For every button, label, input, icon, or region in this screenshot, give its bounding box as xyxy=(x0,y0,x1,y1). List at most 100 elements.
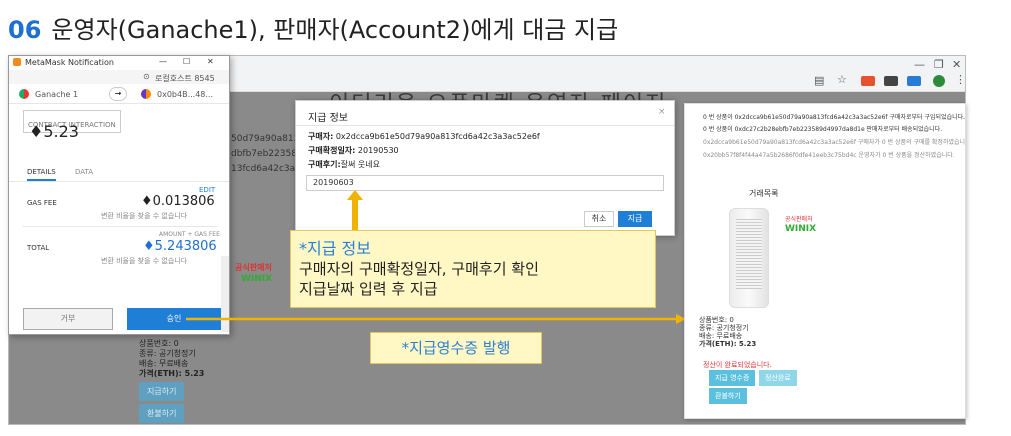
cancel-button[interactable]: 취소 xyxy=(584,211,614,227)
arrow-right-icon: → xyxy=(109,87,127,101)
review-label: 구매후기: xyxy=(308,160,341,169)
bg-pay-button[interactable]: 지급하기 xyxy=(139,382,185,401)
close-icon[interactable]: × xyxy=(658,107,666,117)
product-category: 종류: 공기청정기 xyxy=(699,324,749,332)
metamask-titlebar: MetaMask Notification — ☐ ✕ xyxy=(9,56,229,70)
receipt-button[interactable]: 지급 영수증 xyxy=(709,370,756,386)
pay-date-input[interactable]: 20190603 xyxy=(306,175,664,191)
minimize-icon[interactable]: — xyxy=(159,57,167,66)
gas-fee-note: 변환 비율을 찾을 수 없습니다 xyxy=(101,212,188,220)
product-info: 상품번호: 0 종류: 공기청정기 배송: 무료배송 가격(ETH): 5.23 xyxy=(699,316,756,348)
flow-arrow-icon xyxy=(186,314,686,324)
bg-product-number: 상품번호: 0 xyxy=(139,339,179,348)
confirm-date-label: 구매확정일자: xyxy=(308,146,356,155)
minimize-icon[interactable]: — xyxy=(914,58,925,71)
receipt-callout: *지급영수증 발행 xyxy=(370,332,542,364)
maximize-icon[interactable]: ☐ xyxy=(183,57,190,66)
total-header: AMOUNT + GAS FEE xyxy=(159,231,220,238)
callout-arrow-icon xyxy=(347,190,363,232)
tab-details[interactable]: DETAILS xyxy=(27,168,56,181)
eth-icon: ♦ xyxy=(29,122,44,141)
log-line: 0 번 상품이 0xdc27c2b28ebfb7eb223589d4997da8… xyxy=(703,126,943,133)
buyer-row: 구매자: 0x2dcca9b61e50d79a90a813fcd6a42c3a3… xyxy=(308,131,540,142)
review-row: 구매후기:잘써 웃네요 xyxy=(308,159,380,170)
buyer-label: 구매자: xyxy=(308,132,334,141)
product-grille xyxy=(736,219,762,289)
network-bar: ⊙ 로컬호스트 8545 xyxy=(9,70,229,84)
review-value: 잘써 웃네요 xyxy=(340,160,380,169)
metamask-window: MetaMask Notification — ☐ ✕ ⊙ 로컬호스트 8545… xyxy=(8,55,230,335)
gas-fee-amount: 0.013806 xyxy=(152,194,215,209)
confirm-date-row: 구매확정일자: 20190530 xyxy=(308,145,399,156)
slide-number: 06 xyxy=(8,16,42,44)
reject-button[interactable]: 거부 xyxy=(23,308,113,330)
bg-brand-tag: 공식판매처 xyxy=(235,263,272,272)
total-amount: 5.243806 xyxy=(154,239,217,254)
pay-button[interactable]: 지급 xyxy=(618,211,652,227)
edit-link[interactable]: EDIT xyxy=(199,186,215,194)
total-label: TOTAL xyxy=(27,244,50,252)
bg-brand: WINIX xyxy=(241,274,273,284)
gas-fee-value: ♦0.013806 xyxy=(141,194,215,209)
product-number: 상품번호: 0 xyxy=(699,316,734,324)
brand-tag: 공식판매처 xyxy=(785,216,813,223)
extension-icon[interactable] xyxy=(884,76,898,86)
bg-product-price: 가격(ETH): 5.23 xyxy=(139,369,205,378)
to-account: 0x0b4B...48... xyxy=(157,90,214,99)
from-account: Ganache 1 xyxy=(35,90,79,99)
product-image xyxy=(729,208,769,308)
bg-hash-text: dbfb7eb22358 xyxy=(231,149,297,159)
account-avatar xyxy=(19,89,29,99)
eth-icon: ♦ xyxy=(143,239,155,254)
log-line: 0x20bb57f8f4f44a47a5b2686f0dfe41eeb3c75b… xyxy=(703,152,955,159)
divider xyxy=(23,226,217,227)
callout-line: 구매자의 구매확정일자, 구매후기 확인 xyxy=(299,260,539,278)
tab-data[interactable]: DATA xyxy=(75,168,93,176)
metamask-title: MetaMask Notification xyxy=(25,58,114,67)
total-note: 변환 비율을 찾을 수 없습니다 xyxy=(101,257,188,265)
close-icon[interactable]: ✕ xyxy=(952,58,961,71)
status-text: 정산이 완료되었습니다. xyxy=(703,361,772,369)
translate-icon[interactable]: ▤ xyxy=(814,74,824,87)
extension-icon[interactable] xyxy=(907,76,921,86)
menu-icon[interactable]: ⋮ xyxy=(955,73,965,86)
profile-icon[interactable] xyxy=(933,75,945,87)
metamask-icon xyxy=(13,58,21,66)
confirm-date-value: 20190530 xyxy=(357,146,399,155)
maximize-icon[interactable]: ❐ xyxy=(934,58,944,71)
divider xyxy=(296,125,674,126)
settled-button[interactable]: 정산완료 xyxy=(759,370,797,386)
account-row: Ganache 1 → 0x0b4B...48... xyxy=(9,84,229,104)
slide-title: 06 운영자(Ganache1), 판매자(Account2)에게 대금 지급 xyxy=(8,10,618,45)
account-avatar xyxy=(141,89,151,99)
bg-product-info: 상품번호: 0 종류: 공기청정기 배송: 무료배송 가격(ETH): 5.23 xyxy=(139,339,219,379)
bg-product-delivery: 배송: 무료배송 xyxy=(139,359,189,368)
brand-logo: WINIX xyxy=(785,224,817,234)
product-list-title: 거래목록 xyxy=(749,189,779,198)
bg-hash-text: 13fcd6a42c3a xyxy=(231,164,296,174)
close-icon[interactable]: ✕ xyxy=(207,57,214,66)
callout-box: *지급 정보 구매자의 구매확정일자, 구매후기 확인 지급날짜 입력 후 지급 xyxy=(290,230,656,308)
log-line: 0 번 상품이 0x2dcca9b61e50d79a90a813fcd6a42c… xyxy=(703,114,966,121)
buyer-value: 0x2dcca9b61e50d79a90a813fcd6a42c3a3ac52e… xyxy=(335,132,540,141)
star-icon[interactable]: ☆ xyxy=(837,73,847,86)
extension-icon[interactable] xyxy=(861,76,875,86)
gas-fee-label: GAS FEE xyxy=(27,199,57,207)
network-label[interactable]: 로컬호스트 8545 xyxy=(155,73,215,84)
bg-refund-button[interactable]: 환불하기 xyxy=(139,404,185,423)
product-delivery: 배송: 무료배송 xyxy=(699,332,743,340)
bg-product-category: 종류: 공기청정기 xyxy=(139,349,196,358)
dialog-title: 지급 정보 xyxy=(308,113,348,124)
amount-display: ♦5.23 xyxy=(29,122,79,141)
eth-icon: ♦ xyxy=(141,194,153,209)
transaction-panel: 0 번 상품이 0x2dcca9b61e50d79a90a813fcd6a42c… xyxy=(684,103,966,419)
log-line: 0x2dcca9b61e50d79a90a813fcd6a42c3a3ac52e… xyxy=(703,139,966,146)
metamask-tabs: DETAILS DATA xyxy=(9,162,229,182)
total-value: ♦5.243806 xyxy=(143,239,217,254)
product-price: 가격(ETH): 5.23 xyxy=(699,340,757,348)
amount-value: 5.23 xyxy=(43,122,79,141)
slide-title-text: 운영자(Ganache1), 판매자(Account2)에게 대금 지급 xyxy=(51,16,619,44)
refund-button[interactable]: 환불하기 xyxy=(709,388,747,404)
callout-line: 지급날짜 입력 후 지급 xyxy=(299,280,438,298)
callout-title: *지급 정보 xyxy=(299,239,371,258)
